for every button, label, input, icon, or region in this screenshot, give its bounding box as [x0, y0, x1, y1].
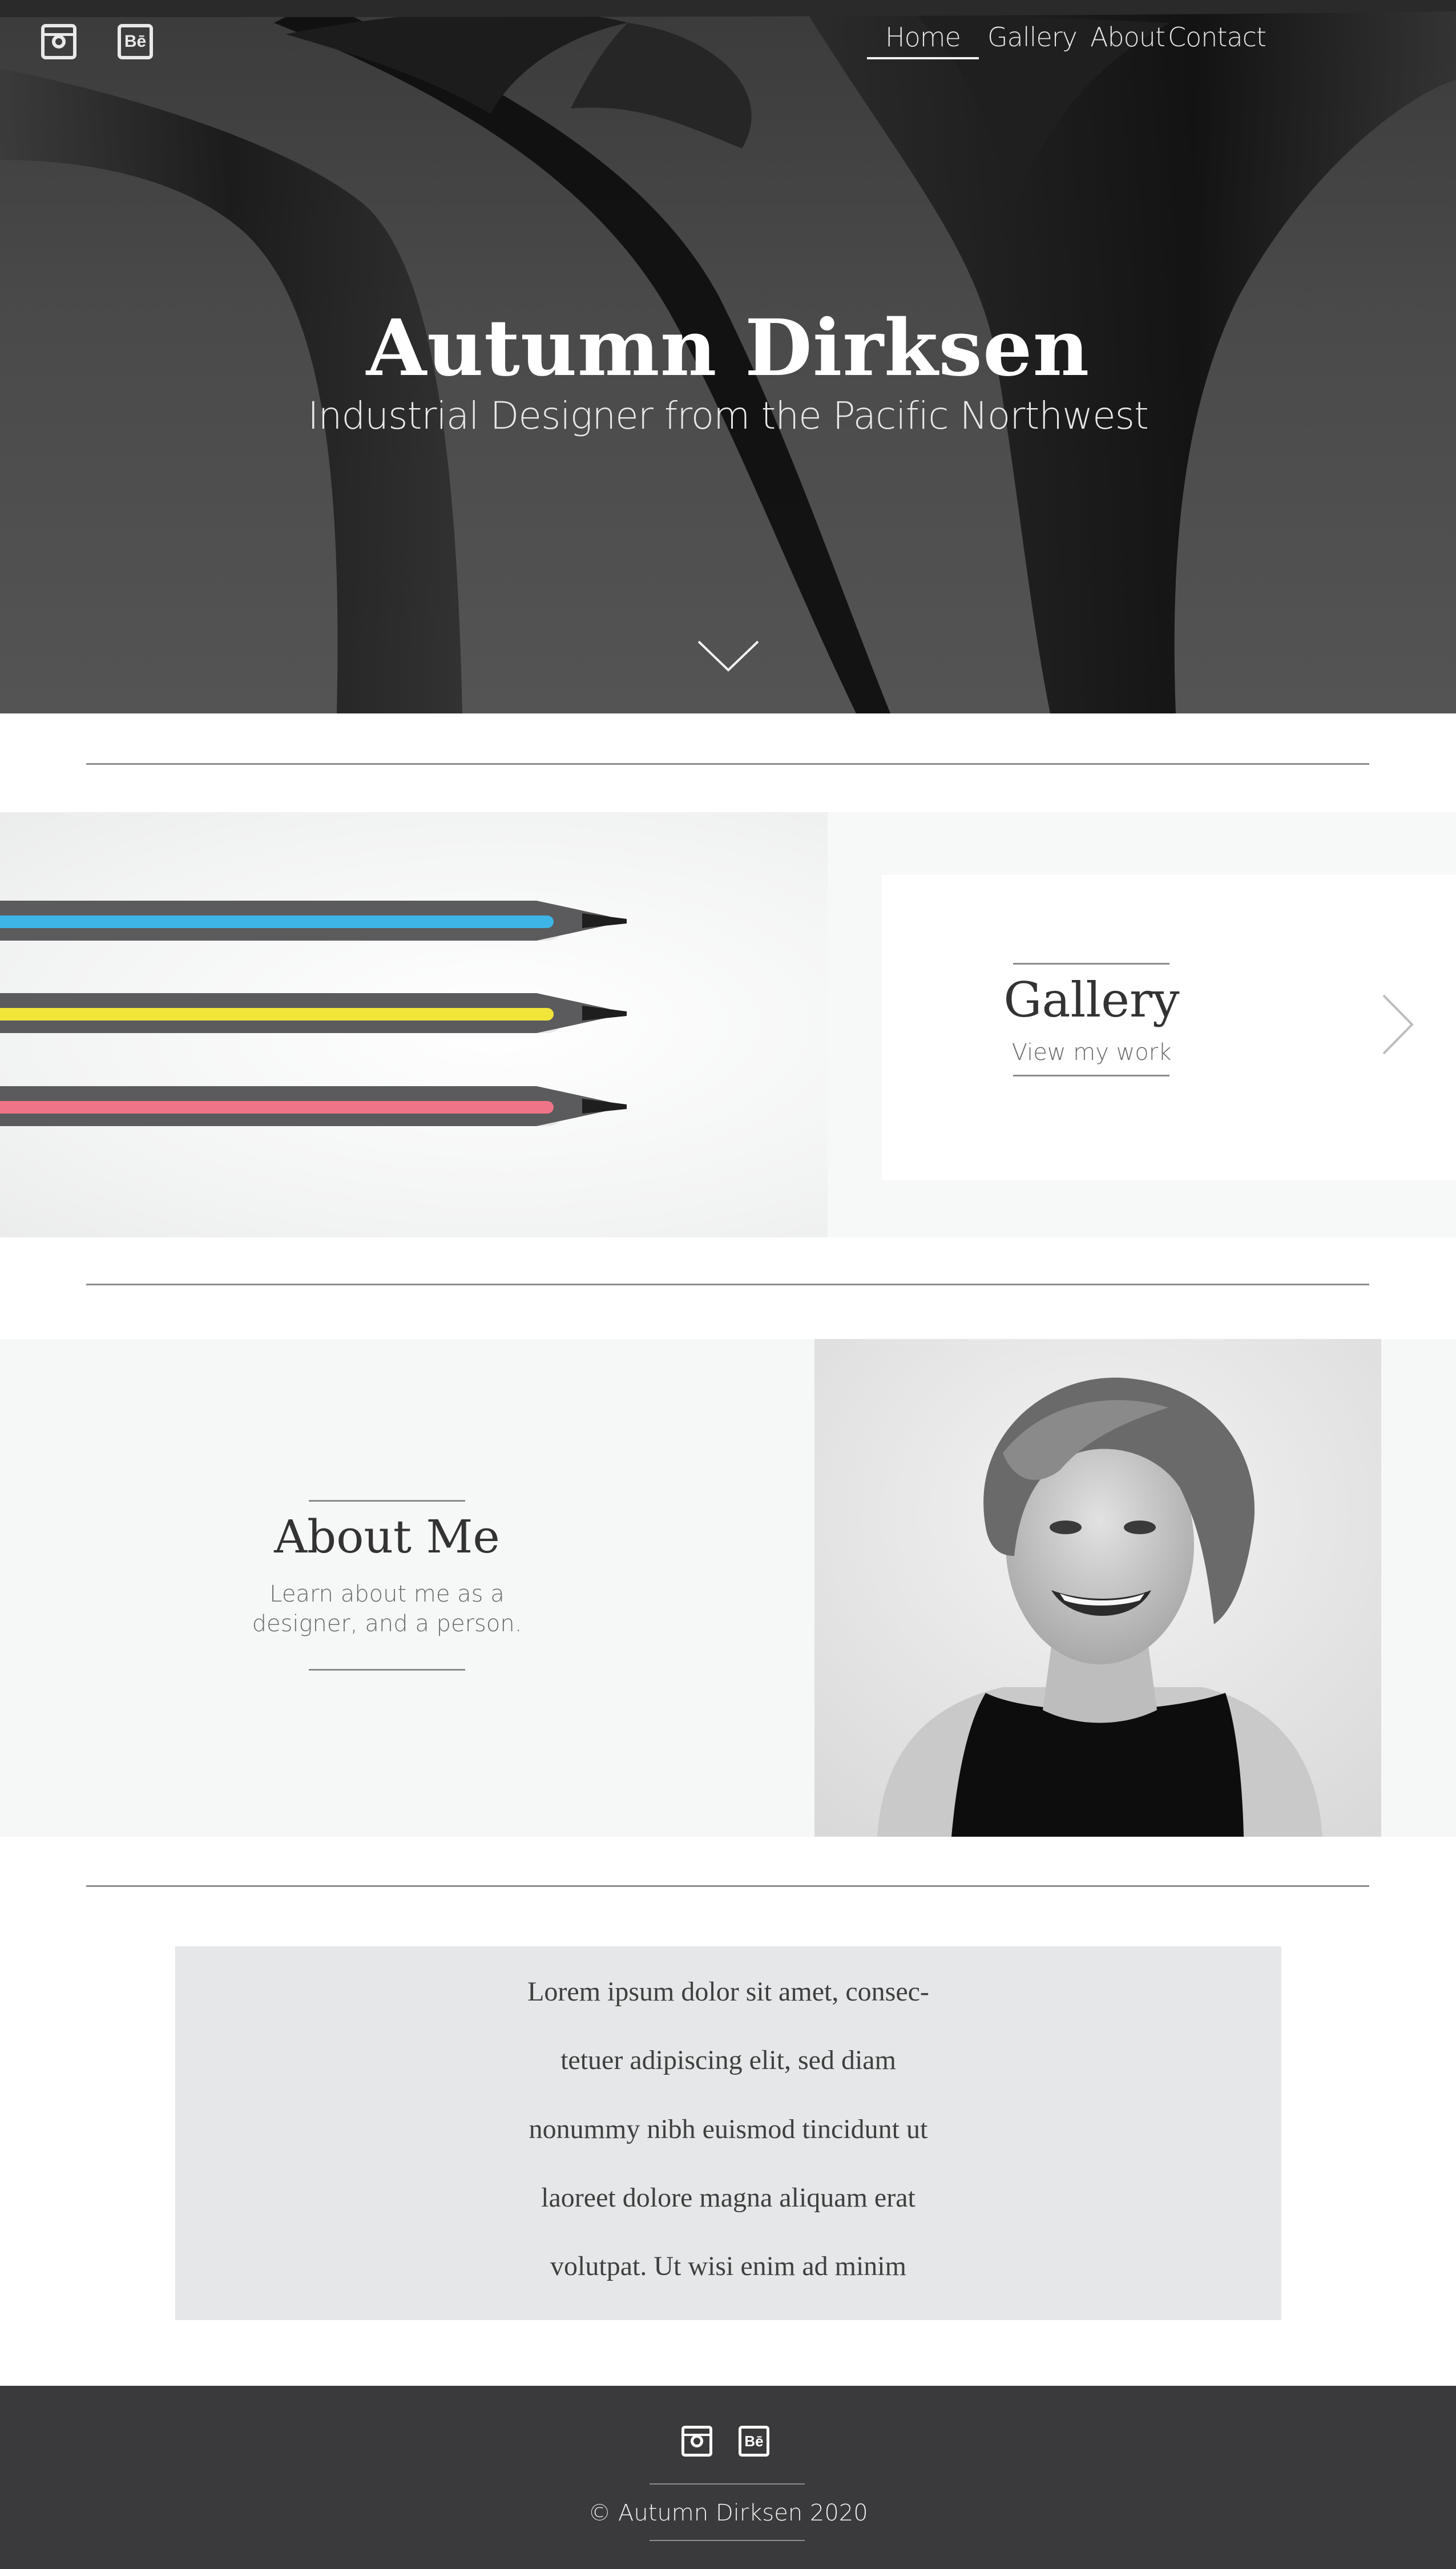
lorem-text-block: Lorem ipsum dolor sit amet, consec- tetu… — [175, 1946, 1281, 2320]
section-divider — [86, 1885, 1369, 1887]
portrait-photo — [814, 1339, 1381, 1837]
card-rule-top — [1013, 963, 1169, 965]
footer: Bē © Autumn Dirksen 2020 — [0, 2386, 1456, 2569]
about-line-2: designer, and a person. — [252, 1611, 522, 1637]
chevron-down-icon[interactable] — [696, 639, 760, 673]
hero-subtitle: Industrial Designer from the Pacific Nor… — [308, 394, 1149, 438]
nav-gallery[interactable]: Gallery — [987, 22, 1078, 53]
footer-rule-bottom — [650, 2540, 805, 2541]
pencil-pink — [0, 1086, 627, 1126]
pencil-blue — [0, 901, 627, 941]
nav-home[interactable]: Home — [867, 22, 979, 59]
quote-line-2: tetuer adipiscing elit, sed diam — [560, 2045, 896, 2075]
copyright-text: © Autumn Dirksen 2020 — [588, 2500, 868, 2526]
pencils-image[interactable] — [0, 812, 828, 1237]
gallery-subtitle[interactable]: View my work — [882, 1039, 1301, 1066]
hero-section: Bē Home Gallery About Contact Autumn Dir… — [0, 0, 1456, 713]
quote-line-3: nonummy nibh euismod tincidunt ut — [529, 2114, 928, 2144]
pencil-yellow — [0, 993, 627, 1033]
about-line-1: Learn about me as a — [269, 1581, 505, 1607]
about-title[interactable]: About Me — [216, 1510, 558, 1563]
gallery-section: Gallery View my work — [0, 812, 1456, 1237]
footer-rule-top — [650, 2483, 805, 2485]
section-divider — [86, 1284, 1369, 1285]
portrait-illustration — [814, 1339, 1381, 1837]
nav-contact[interactable]: Contact — [1168, 22, 1267, 53]
quote-line-4: laoreet dolore magna aliquam erat — [541, 2183, 915, 2213]
gallery-card[interactable]: Gallery View my work — [882, 875, 1456, 1180]
chevron-right-icon[interactable] — [1381, 993, 1415, 1056]
instagram-icon[interactable] — [681, 2426, 712, 2457]
quote-line-5: volutpat. Ut wisi enim ad minim — [550, 2251, 906, 2281]
nav-about[interactable]: About — [1090, 22, 1165, 53]
about-rule-top — [309, 1500, 465, 1502]
about-rule-bottom — [309, 1669, 465, 1671]
header-social-links: Bē — [41, 24, 153, 59]
behance-icon[interactable]: Bē — [118, 24, 153, 59]
section-divider — [86, 763, 1369, 765]
quote-line-1: Lorem ipsum dolor sit amet, consec- — [527, 1977, 929, 2007]
card-rule-bottom — [1013, 1075, 1169, 1076]
instagram-icon[interactable] — [41, 24, 76, 59]
hero-title: Autumn Dirksen — [366, 303, 1090, 394]
behance-icon[interactable]: Bē — [739, 2426, 769, 2457]
gallery-title[interactable]: Gallery — [882, 972, 1301, 1028]
